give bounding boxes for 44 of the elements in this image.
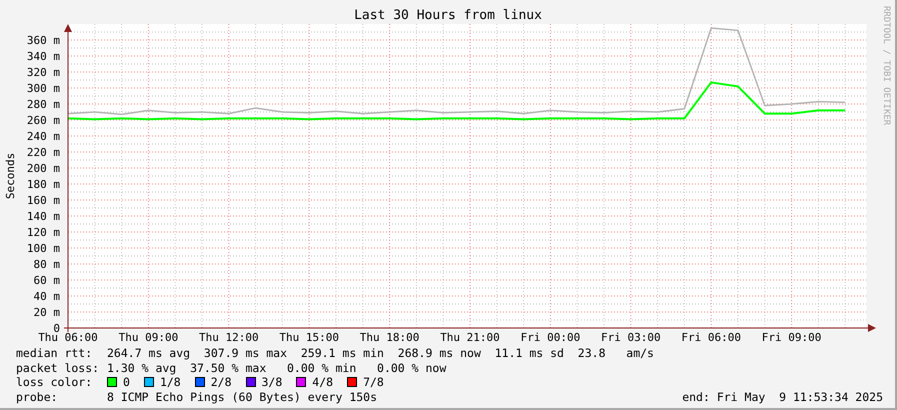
- legend-label: probe:: [16, 390, 59, 404]
- legend-values: 264.7 ms avg 307.9 ms max 259.1 ms min 268.9 ms now 11.1 ms sd 23.8 am/s: [107, 346, 654, 360]
- loss-color-label: 2/8: [210, 375, 232, 390]
- x-tick-label: Thu 15:00: [279, 331, 339, 344]
- y-tick-label: 200 m: [26, 162, 60, 175]
- y-tick-label: 280 m: [26, 98, 60, 111]
- y-tick-label: 40 m: [34, 290, 60, 303]
- loss-color-label: 3/8: [262, 375, 282, 390]
- x-tick-label: Thu 18:00: [360, 331, 420, 344]
- loss-color-label: 1/8: [160, 375, 181, 390]
- x-tick-label: Thu 21:00: [440, 331, 500, 344]
- x-tick-label: Fri 06:00: [681, 331, 741, 344]
- y-tick-label: 100 m: [26, 242, 60, 255]
- y-tick-label: 160 m: [26, 194, 60, 207]
- y-tick-label: 20 m: [34, 306, 60, 319]
- x-tick-label: Fri 09:00: [762, 331, 822, 344]
- loss-color-label: 0: [123, 375, 130, 390]
- legend-label: median rtt:: [16, 346, 94, 360]
- credit-text: RRDTOOL / TOBI OETIKER: [881, 6, 891, 126]
- y-tick-label: 360 m: [26, 34, 60, 47]
- x-tick-label: Thu 12:00: [199, 331, 259, 344]
- y-tick-label: 240 m: [26, 130, 60, 143]
- y-tick-label: 120 m: [26, 226, 60, 239]
- loss-color-label: 4/8: [312, 375, 334, 390]
- y-tick-label: 180 m: [26, 178, 60, 191]
- x-tick-label: Fri 00:00: [520, 331, 580, 344]
- y-tick-label: 260 m: [26, 114, 60, 127]
- chart-title: Last 30 Hours from linux: [354, 8, 542, 23]
- y-tick-label: 320 m: [26, 66, 60, 79]
- y-tick-label: 80 m: [34, 258, 60, 271]
- y-axis-label: Seconds: [4, 152, 17, 200]
- legend-values: 1.30 % avg 37.50 % max 0.00 % min 0.00 % now: [107, 360, 446, 375]
- x-tick-label: Thu 09:00: [118, 331, 178, 344]
- legend-label: packet loss:: [16, 360, 100, 375]
- loss-color-label: 7/8: [363, 375, 384, 390]
- y-tick-label: 340 m: [26, 50, 60, 63]
- y-tick-label: 220 m: [26, 146, 60, 159]
- y-tick-label: 300 m: [26, 82, 60, 95]
- legend-label: loss color:: [16, 375, 94, 390]
- x-tick-label: Fri 03:00: [601, 331, 661, 344]
- y-tick-label: 60 m: [34, 274, 60, 287]
- y-tick-label: 140 m: [26, 210, 60, 223]
- probe-text: 8 ICMP Echo Pings (60 Bytes) every 150s: [107, 390, 378, 404]
- end-time: end: Fri May 9 11:53:34 2025: [682, 390, 883, 404]
